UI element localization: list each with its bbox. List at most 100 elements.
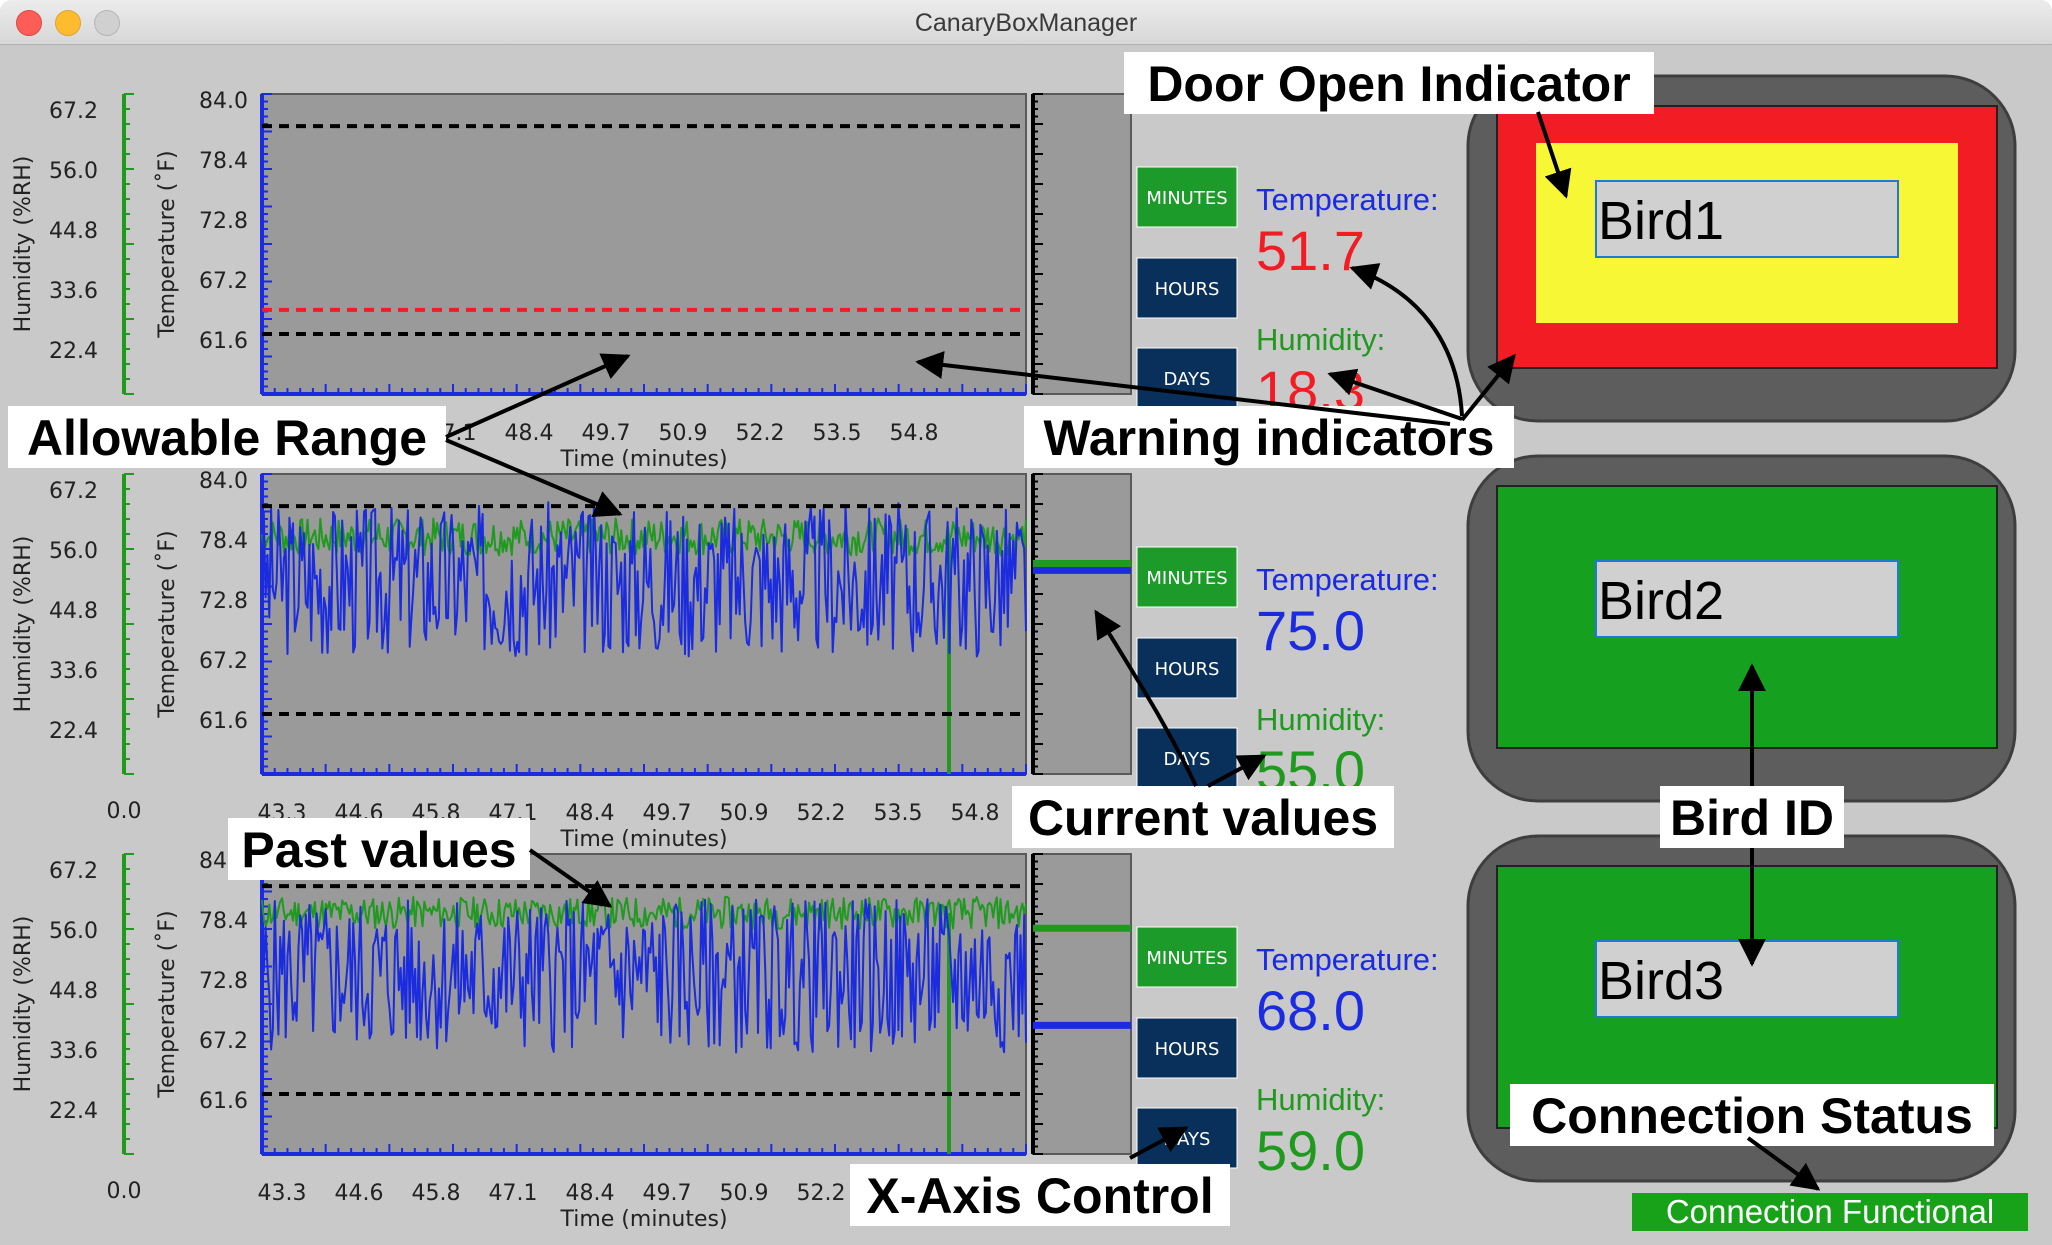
humidity-tick-label: 44.8 <box>49 979 98 1004</box>
minutes-button[interactable]: MINUTES <box>1136 546 1238 608</box>
past-values-annotation: Past values <box>228 818 530 880</box>
dashboard-canvas: 84.0 78.4 72.8 67.2 61.6 Temperature (˚F) 67.2… <box>8 52 2017 1232</box>
time-tick-label: 50.9 <box>720 801 769 826</box>
temperature-value: 51.7 <box>1256 219 1365 282</box>
humidity-tick-label: 67.2 <box>49 479 98 504</box>
temperature-axis-title: Temperature (˚F) <box>155 530 180 718</box>
humidity-tick-label: 67.2 <box>49 99 98 124</box>
time-tick-label: 52.2 <box>736 421 785 446</box>
hours-button[interactable]: HOURS <box>1136 257 1238 319</box>
connection-status-annotation-text: Connection Status <box>1531 1088 1973 1144</box>
humidity-tick-label: 44.8 <box>49 599 98 624</box>
days-button-label: DAYS <box>1164 1129 1211 1150</box>
window-title: CanaryBoxManager <box>914 9 1138 37</box>
time-tick-label: 50.9 <box>720 1181 769 1206</box>
hours-button[interactable]: HOURS <box>1136 1017 1238 1079</box>
humidity-value: 59.0 <box>1256 1119 1365 1182</box>
time-tick-label: 48.4 <box>566 801 615 826</box>
hours-button-label: HOURS <box>1155 279 1220 300</box>
current-values-annotation-text: Current values <box>1028 790 1378 846</box>
days-button-label: DAYS <box>1164 369 1211 390</box>
bird-id-annotation: Bird ID <box>1660 786 1844 848</box>
minutes-button-label: MINUTES <box>1146 948 1227 969</box>
bird-box-1: Bird1 <box>1466 74 2017 423</box>
x-axis-control-annotation-text: X-Axis Control <box>866 1168 1213 1224</box>
temperature-tick-label: 61.6 <box>199 709 248 734</box>
time-tick-label: 49.7 <box>643 801 692 826</box>
humidity-tick-label: 56.0 <box>49 539 98 564</box>
bird-box-2: Bird2 <box>1466 454 2017 803</box>
minutes-button-label: MINUTES <box>1146 188 1227 209</box>
time-tick-label: 48.4 <box>566 1181 615 1206</box>
time-tick-label: 50.9 <box>659 421 708 446</box>
temperature-tick-label: 61.6 <box>199 329 248 354</box>
humidity-tick-label: 22.4 <box>49 719 98 744</box>
temperature-tick-label: 72.8 <box>199 209 248 234</box>
minutes-button[interactable]: MINUTES <box>1136 926 1238 988</box>
connection-status-annotation: Connection Status <box>1510 1084 1994 1146</box>
chart-panel-2: 84.0 78.4 72.8 67.2 61.6 Temperature (˚F) 67.2… <box>11 469 1132 852</box>
time-tick-label: 45.8 <box>412 1181 461 1206</box>
humidity-tick-label: 22.4 <box>49 339 98 364</box>
time-axis-title: Time (minutes) <box>559 447 727 472</box>
allowable-range-annotation: Allowable Range <box>8 406 446 468</box>
warning-indicators-annotation: Warning indicators <box>1024 406 1514 468</box>
allowable-range-annotation-text: Allowable Range <box>27 410 427 466</box>
humidity-tick-label: 33.6 <box>49 1039 98 1064</box>
temperature-tick-label: 84.0 <box>199 89 248 114</box>
door-open-annotation: Door Open Indicator <box>1124 52 1654 114</box>
temperature-tick-label: 78.4 <box>199 529 248 554</box>
temperature-tick-label: 61.6 <box>199 1089 248 1114</box>
time-axis-title: Time (minutes) <box>559 1207 727 1232</box>
time-tick-label: 48.4 <box>505 421 554 446</box>
temperature-axis-title: Temperature (˚F) <box>155 910 180 1098</box>
current-values-annotation: Current values <box>1012 786 1394 848</box>
humidity-min-label: 0.0 <box>107 799 142 824</box>
humidity-tick-label: 44.8 <box>49 219 98 244</box>
time-tick-label: 44.6 <box>335 1181 384 1206</box>
temperature-tick-label: 72.8 <box>199 969 248 994</box>
x-axis-control-annotation: X-Axis Control <box>850 1164 1230 1226</box>
bird-id-text: Bird3 <box>1598 951 1724 1011</box>
past-values-annotation-text: Past values <box>241 822 516 878</box>
days-button[interactable]: DAYS <box>1136 1107 1238 1169</box>
time-tick-label: 53.5 <box>874 801 923 826</box>
temperature-axis-title: Temperature (˚F) <box>155 150 180 338</box>
temperature-label: Temperature: <box>1256 942 1439 977</box>
time-tick-label: 53.5 <box>813 421 862 446</box>
current-value-bar <box>1032 93 1132 395</box>
humidity-tick-label: 56.0 <box>49 159 98 184</box>
time-tick-label: 49.7 <box>643 1181 692 1206</box>
plot-area <box>261 93 1027 395</box>
hours-button[interactable]: HOURS <box>1136 637 1238 699</box>
time-tick-label: 49.7 <box>582 421 631 446</box>
panel-controls-2: MINUTESHOURSDAYSTemperature:75.0Humidity… <box>1136 546 1439 802</box>
minutes-button[interactable]: MINUTES <box>1136 166 1238 228</box>
time-tick-label: 52.2 <box>797 1181 846 1206</box>
temperature-tick-label: 72.8 <box>199 589 248 614</box>
time-tick-label: 54.8 <box>951 801 1000 826</box>
humidity-axis-title: Humidity (%RH) <box>11 916 36 1093</box>
title-bar: CanaryBoxManager <box>0 0 2052 45</box>
humidity-min-label: 0.0 <box>107 1179 142 1204</box>
temperature-value: 75.0 <box>1256 599 1365 662</box>
temperature-label: Temperature: <box>1256 562 1439 597</box>
minutes-button-label: MINUTES <box>1146 568 1227 589</box>
humidity-label: Humidity: <box>1256 1082 1385 1117</box>
warning-indicators-annotation-text: Warning indicators <box>1044 410 1495 466</box>
humidity-axis-title: Humidity (%RH) <box>11 536 36 713</box>
app-window: CanaryBoxManager 84.0 78.4 72.8 67.2 61.6 Tem… <box>0 0 2052 1245</box>
temperature-tick-label: 78.4 <box>199 149 248 174</box>
time-tick-label: 43.3 <box>258 1181 307 1206</box>
time-tick-label: 52.2 <box>797 801 846 826</box>
humidity-label: Humidity: <box>1256 322 1385 357</box>
current-value-bar <box>1032 473 1132 775</box>
current-value-bar <box>1032 853 1132 1155</box>
panel-controls-1: MINUTES HOURS DAYS Temperature:51.7 Humidity… <box>1136 166 1439 422</box>
temperature-value: 68.0 <box>1256 979 1365 1042</box>
door-open-annotation-text: Door Open Indicator <box>1147 56 1630 112</box>
time-tick-label: 47.1 <box>489 1181 538 1206</box>
humidity-tick-label: 33.6 <box>49 279 98 304</box>
humidity-label: Humidity: <box>1256 702 1385 737</box>
temperature-tick-label: 78.4 <box>199 909 248 934</box>
